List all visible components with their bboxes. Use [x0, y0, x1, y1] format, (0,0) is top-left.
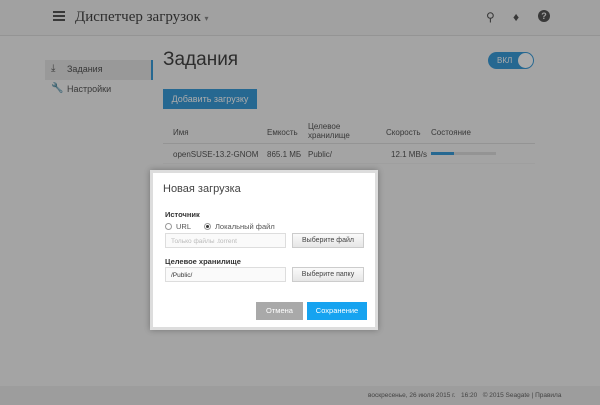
- choose-folder-button[interactable]: Выберите папку: [292, 267, 364, 282]
- radio-local-label: Локальный файл: [215, 222, 275, 231]
- save-button[interactable]: Сохранение: [307, 302, 367, 320]
- target-input[interactable]: /Public/: [165, 267, 286, 282]
- choose-file-button[interactable]: Выберите файл: [292, 233, 364, 248]
- source-label: Источник: [165, 210, 200, 219]
- radio-local-file[interactable]: Локальный файл: [204, 222, 275, 231]
- new-download-dialog: Новая загрузка Источник URL Локальный фа…: [150, 170, 378, 330]
- dialog-title: Новая загрузка: [163, 183, 241, 195]
- cancel-button[interactable]: Отмена: [256, 302, 303, 320]
- radio-circle: [165, 223, 172, 230]
- file-input[interactable]: Только файлы .torrent: [165, 233, 286, 248]
- radio-url-label: URL: [176, 222, 192, 231]
- radio-circle-checked: [204, 223, 211, 230]
- radio-url[interactable]: URL: [165, 222, 191, 231]
- target-label: Целевое хранилище: [165, 257, 241, 266]
